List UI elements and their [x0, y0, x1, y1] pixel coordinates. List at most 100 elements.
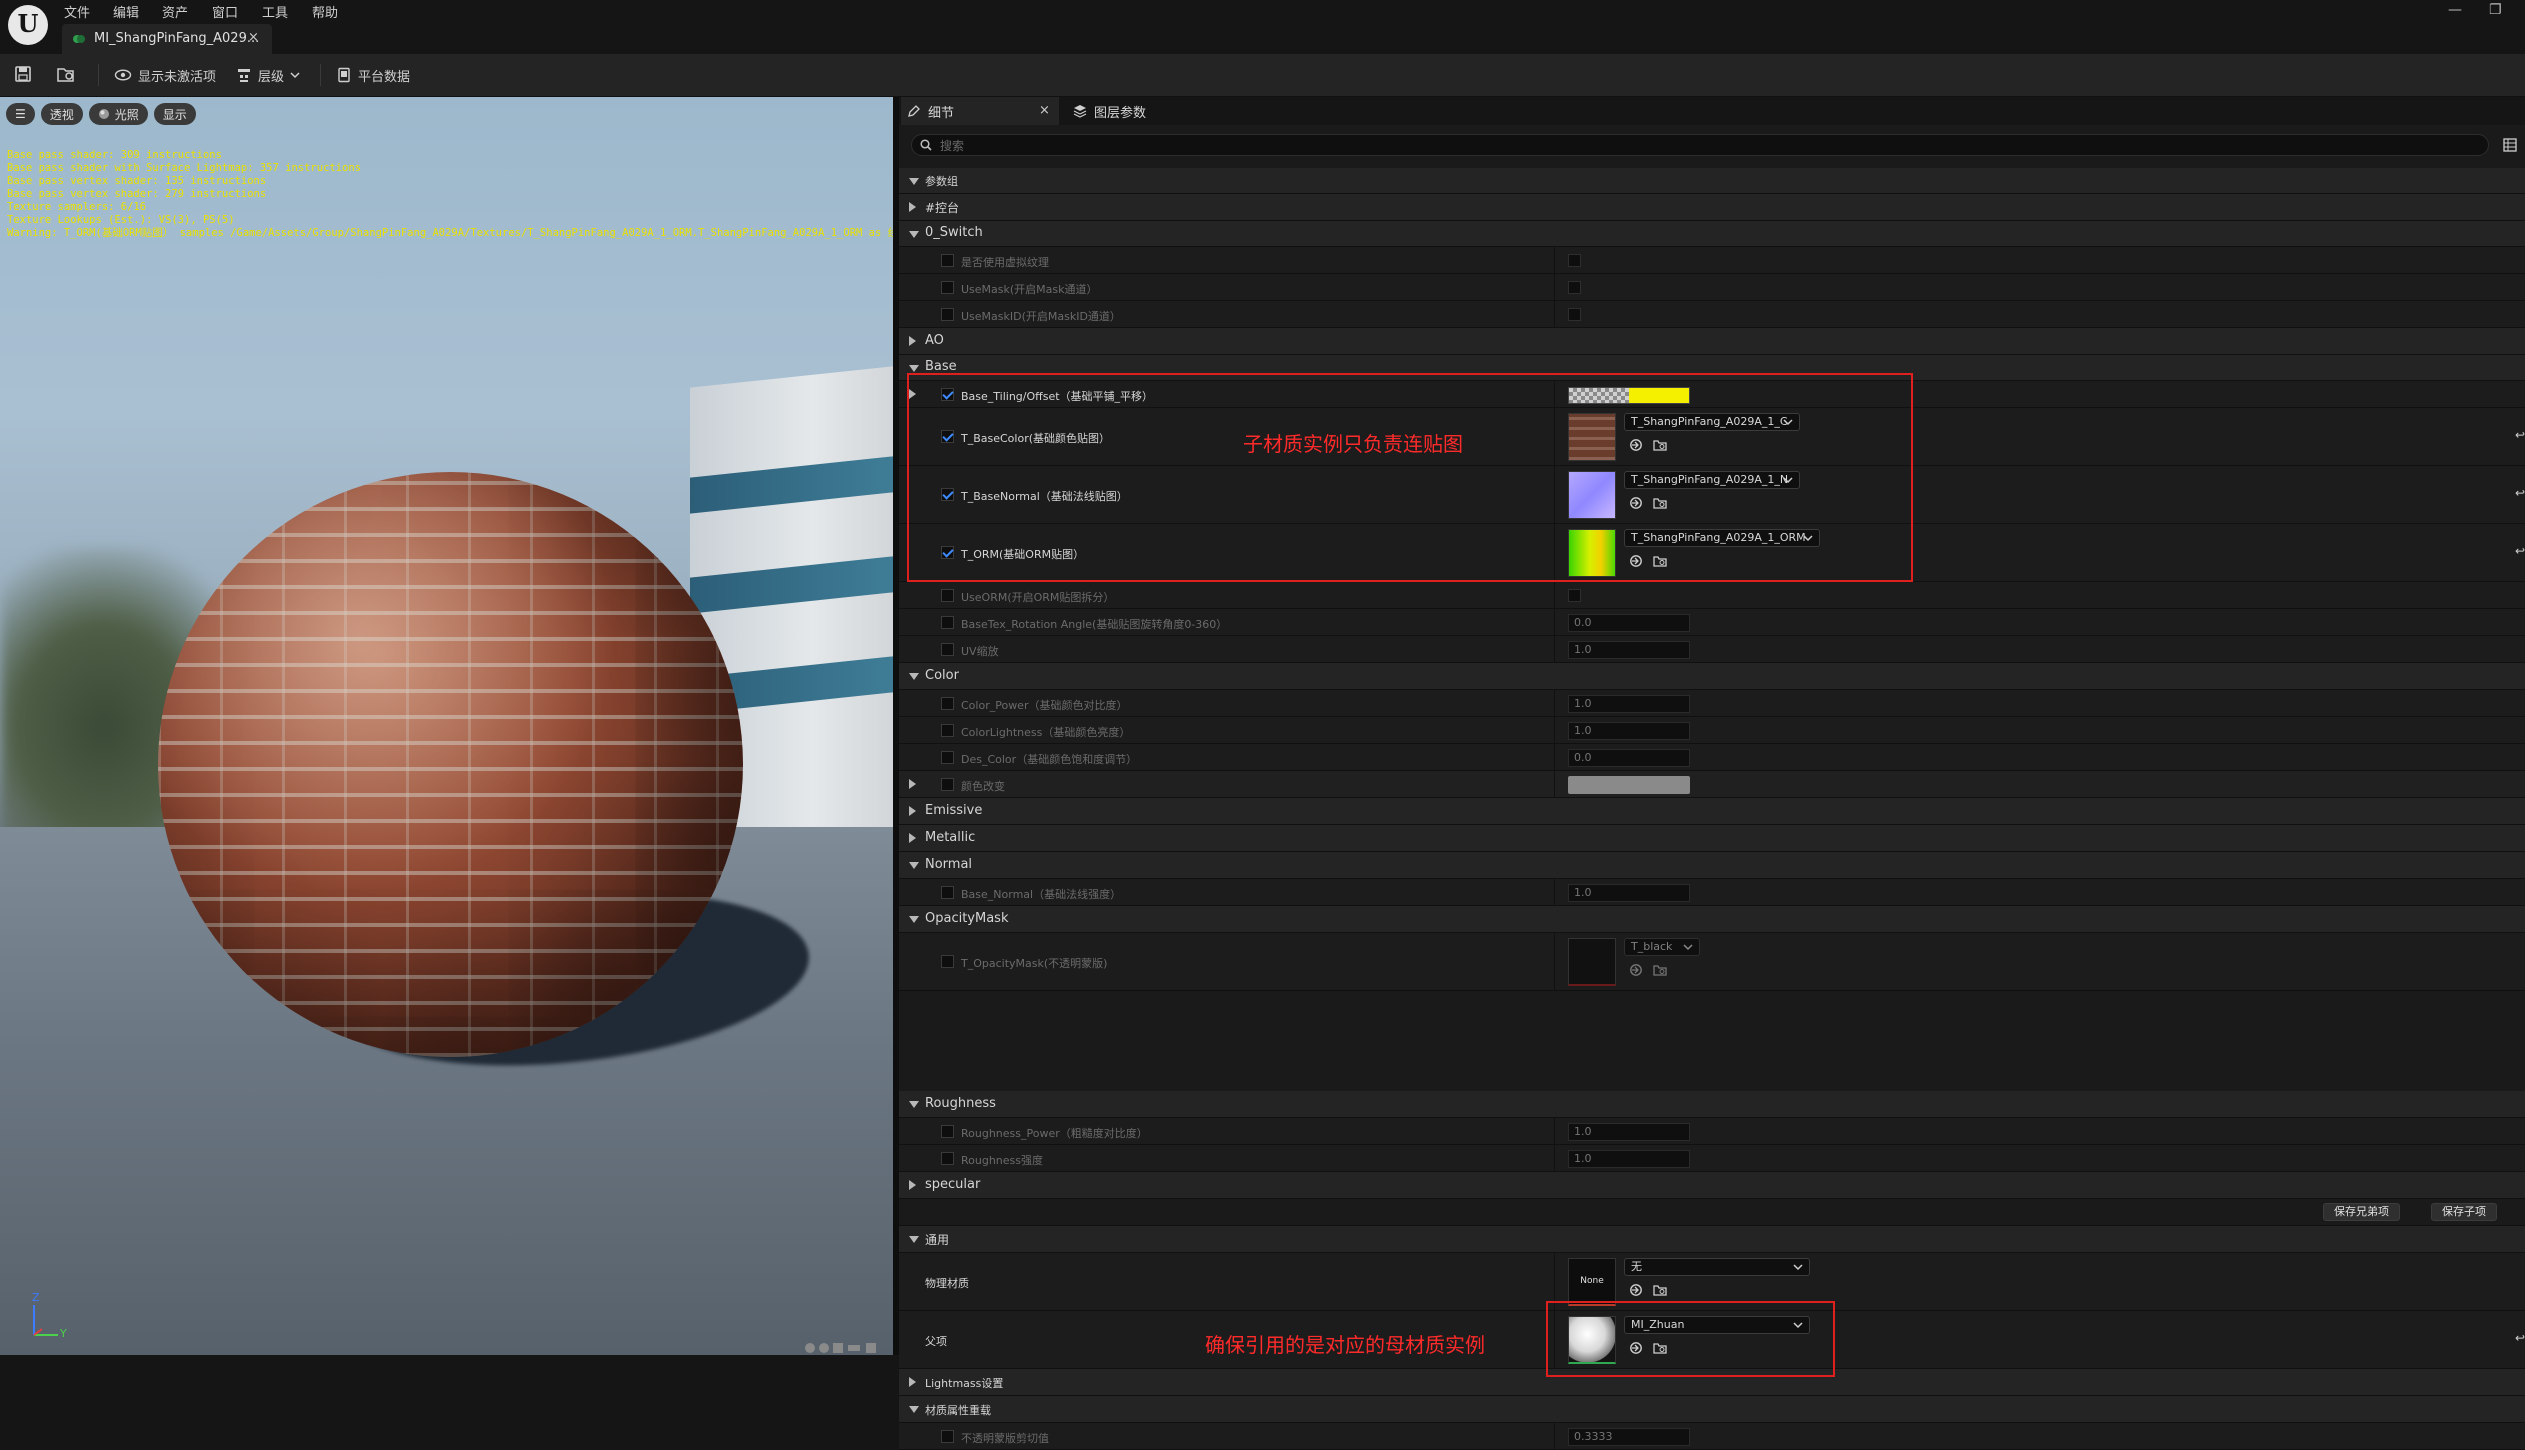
collapse-arrow-icon[interactable] [909, 1180, 916, 1190]
value-checkbox[interactable] [1568, 281, 1581, 294]
category-switch[interactable]: 0_Switch [899, 221, 2525, 247]
browse-folder-icon[interactable] [1653, 963, 1667, 977]
show-button[interactable]: 显示 [153, 103, 196, 125]
unreal-logo-icon[interactable] [8, 5, 48, 45]
override-checkbox[interactable] [941, 616, 954, 629]
save-child-button[interactable]: 保存子项 [2431, 1203, 2497, 1221]
menu-window[interactable]: 窗口 [212, 2, 238, 21]
override-checkbox[interactable] [941, 751, 954, 764]
uv-scale-field[interactable]: 1.0 [1568, 641, 1690, 659]
reset-arrow-icon[interactable]: ↩ [2515, 428, 2525, 442]
value-checkbox[interactable] [1568, 308, 1581, 321]
override-checkbox[interactable] [941, 254, 954, 267]
override-checkbox[interactable] [941, 281, 954, 294]
expand-arrow-icon[interactable] [909, 916, 919, 923]
color-power-field[interactable]: 1.0 [1568, 695, 1690, 713]
value-checkbox[interactable] [1568, 254, 1581, 267]
expand-arrow-icon[interactable] [909, 862, 919, 869]
collapse-arrow-icon[interactable] [909, 1377, 916, 1387]
property-label: UseMask(开启Mask通道） [961, 283, 1098, 296]
rotation-angle-field[interactable]: 0.0 [1568, 614, 1690, 632]
collapse-arrow-icon[interactable] [909, 833, 916, 843]
menu-tools[interactable]: 工具 [262, 2, 288, 21]
reset-arrow-icon[interactable]: ↩ [2515, 486, 2525, 500]
menu-help[interactable]: 帮助 [312, 2, 338, 21]
collapse-arrow-icon[interactable] [909, 336, 916, 346]
lighting-button[interactable]: 光照 [88, 103, 148, 125]
expand-arrow-icon[interactable] [909, 231, 919, 238]
override-checkbox[interactable] [941, 697, 954, 710]
override-checkbox[interactable] [941, 308, 954, 321]
phys-material-thumbnail[interactable]: None [1568, 1258, 1616, 1306]
stats-line: Base pass vertex shader: 279 instruction… [7, 188, 267, 200]
expand-arrow-icon[interactable] [909, 1236, 919, 1243]
override-checkbox[interactable] [941, 1430, 954, 1443]
category-specular[interactable]: specular [899, 1172, 2525, 1199]
override-checkbox[interactable] [941, 1152, 954, 1165]
category-ao[interactable]: AO [899, 328, 2525, 355]
category-normal[interactable]: Normal [899, 852, 2525, 879]
base-normal-strength-field[interactable]: 1.0 [1568, 884, 1690, 902]
hierarchy-button[interactable]: 层级 [236, 64, 300, 86]
expand-arrow-icon[interactable] [909, 1406, 919, 1413]
menu-file[interactable]: 文件 [64, 2, 90, 21]
roughness-power-field[interactable]: 1.0 [1568, 1123, 1690, 1141]
category-general[interactable]: 通用 [899, 1226, 2525, 1253]
preview-mesh-icons[interactable] [800, 1342, 890, 1354]
expand-arrow-icon[interactable] [909, 673, 919, 680]
save-icon[interactable] [14, 65, 32, 83]
opacity-mask-thumbnail[interactable] [1568, 938, 1616, 986]
value-checkbox[interactable] [1568, 589, 1581, 602]
collapse-arrow-icon[interactable] [909, 202, 916, 212]
perspective-button[interactable]: 透视 [40, 103, 83, 125]
browse-folder-icon[interactable] [1653, 1283, 1667, 1297]
save-sibling-button[interactable]: 保存兄弟项 [2323, 1203, 2400, 1221]
collapse-arrow-icon[interactable] [909, 779, 916, 789]
category-label: Normal [925, 857, 973, 872]
override-checkbox[interactable] [941, 724, 954, 737]
des-color-field[interactable]: 0.0 [1568, 749, 1690, 767]
category-color[interactable]: Color [899, 663, 2525, 690]
document-tab[interactable]: MI_ShangPinFang_A029... × [62, 24, 272, 54]
preview-viewport[interactable]: ☰ 透视 光照 显示 Base pass shader: 309 instruc… [0, 97, 893, 1355]
browse-asset-icon[interactable] [56, 65, 76, 83]
building-window-band [690, 456, 893, 514]
override-checkbox[interactable] [941, 955, 954, 968]
category-emissive[interactable]: Emissive [899, 798, 2525, 825]
override-checkbox[interactable] [941, 1125, 954, 1138]
platform-stats-label: 平台数据 [358, 69, 411, 85]
override-checkbox[interactable] [941, 643, 954, 656]
category-opacity-mask[interactable]: OpacityMask [899, 906, 2525, 933]
expand-arrow-icon[interactable] [909, 365, 919, 372]
category-console[interactable]: #控台 [899, 194, 2525, 221]
category-material-overrides[interactable]: 材质属性重载 [899, 1396, 2525, 1423]
platform-stats-button[interactable]: 平台数据 [336, 64, 410, 86]
expand-arrow-icon[interactable] [909, 1101, 919, 1108]
category-params-group[interactable]: 参数组 [899, 168, 2525, 194]
close-tab-icon[interactable]: × [248, 30, 259, 45]
minimize-icon[interactable]: — [2448, 2, 2462, 18]
category-roughness[interactable]: Roughness [899, 1091, 2525, 1118]
phys-material-picker[interactable]: 无 [1624, 1258, 1810, 1276]
menu-edit[interactable]: 编辑 [113, 2, 139, 21]
opacity-clip-field[interactable]: 0.3333 [1568, 1428, 1690, 1446]
tint-color-swatch[interactable] [1568, 776, 1690, 794]
menu-asset[interactable]: 资产 [162, 2, 188, 21]
override-checkbox[interactable] [941, 886, 954, 899]
category-metallic[interactable]: Metallic [899, 825, 2525, 852]
collapse-arrow-icon[interactable] [909, 806, 916, 816]
override-checkbox[interactable] [941, 589, 954, 602]
roughness-intensity-field[interactable]: 1.0 [1568, 1150, 1690, 1168]
restore-icon[interactable]: ❐ [2489, 2, 2502, 18]
color-lightness-field[interactable]: 1.0 [1568, 722, 1690, 740]
expand-arrow-icon[interactable] [909, 178, 919, 185]
reset-arrow-icon[interactable]: ↩ [2515, 1331, 2525, 1345]
reset-arrow-icon[interactable]: ↩ [2515, 544, 2525, 558]
viewport-menu-button[interactable]: ☰ [6, 103, 35, 125]
opacity-mask-asset-picker[interactable]: T_black [1624, 938, 1700, 956]
toolbar: 显示未激活项 层级 平台数据 [0, 54, 2525, 97]
show-inactive-button[interactable]: 显示未激活项 [114, 64, 216, 86]
override-checkbox[interactable] [941, 778, 954, 791]
use-selected-icon[interactable] [1629, 1283, 1643, 1297]
use-selected-icon[interactable] [1629, 963, 1643, 977]
